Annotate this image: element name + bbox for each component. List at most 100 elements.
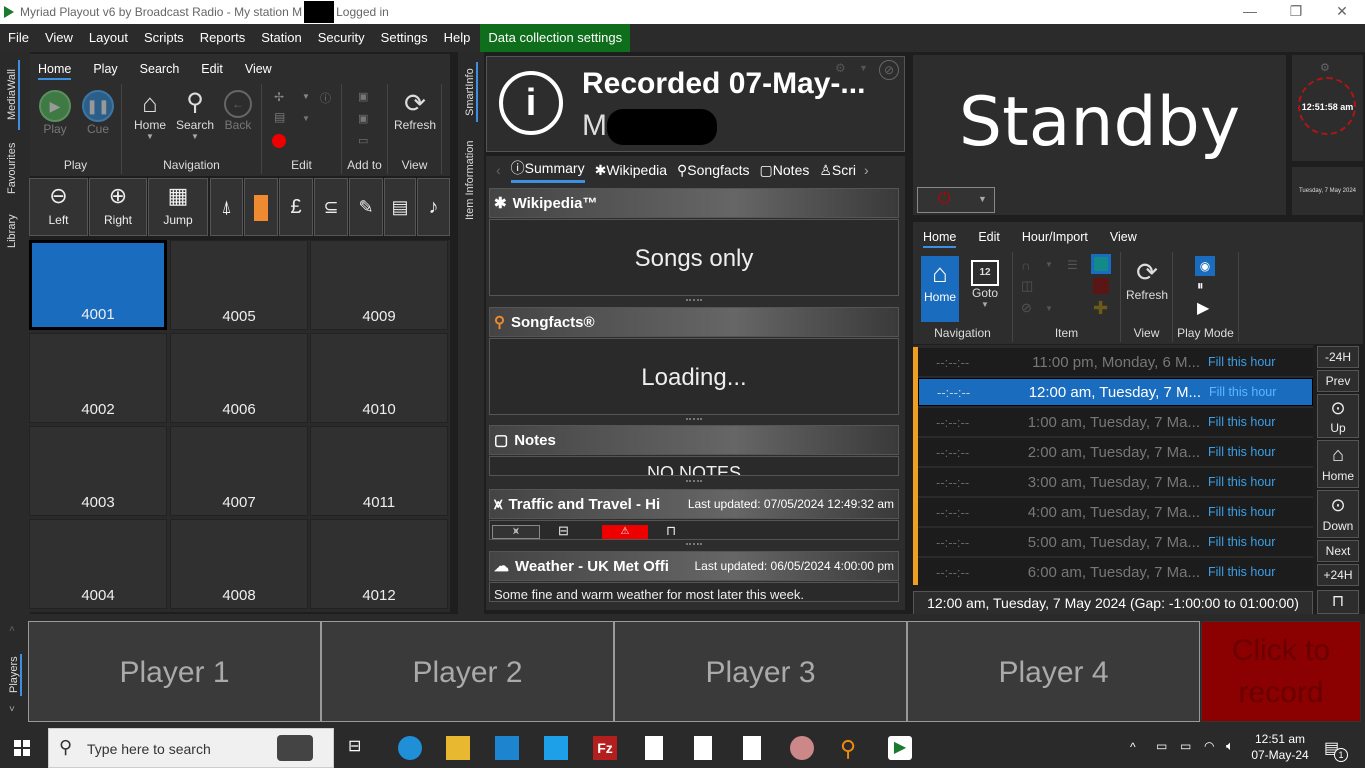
menu-station[interactable]: Station [253,24,309,52]
home-button[interactable]: ⌂ Home ▼ [130,88,170,141]
power-mode-dropdown[interactable]: ⏻ ▼ [917,187,995,213]
mail-icon[interactable] [544,736,568,760]
volume-icon[interactable]: 🔈︎ [1226,738,1234,754]
fill-this-hour-link[interactable]: Fill this hour [1208,445,1275,459]
log-hour-row[interactable]: --:--:-- 11:00 pm, Monday, 6 M... Fill thi… [918,348,1313,376]
hazard-filter-button[interactable]: ⚠ [602,525,648,539]
goto-button[interactable]: 12 Goto ▼ [965,256,1005,309]
copy-icon[interactable]: ◫ [1021,278,1033,294]
waveform-icon[interactable]: ✢ [274,90,284,104]
search-button[interactable]: ⚲ Search ▼ [174,88,216,141]
down-button[interactable]: ⊙ Down [1317,490,1359,538]
taskbar-clock[interactable]: 12:51 am 07-May-24 [1250,732,1310,762]
search-app-icon[interactable]: ⚲ [840,736,864,761]
menu-settings[interactable]: Settings [373,24,436,52]
document-icon[interactable] [743,736,761,760]
fill-this-hour-link[interactable]: Fill this hour [1208,565,1275,579]
menu-reports[interactable]: Reports [192,24,254,52]
mediawall-cell[interactable]: 4008 [170,519,308,609]
pen-button[interactable]: ✎ [349,178,383,236]
document-icon[interactable] [645,736,663,760]
block-icon[interactable]: ⊘ [1021,300,1032,316]
motorway-filter-button[interactable]: ⩙ [492,525,540,539]
click-to-record-button[interactable]: Click to record [1201,621,1361,722]
pause-mode-button[interactable]: ⏸ [1197,278,1204,294]
menu-help[interactable]: Help [436,24,479,52]
log-home-button[interactable]: ⌂ Home [921,256,959,322]
mediawall-cell[interactable]: 4004 [29,519,167,609]
mediawall-cell[interactable]: 4007 [170,426,308,516]
log-refresh-button[interactable]: ⟳ Refresh [1121,256,1173,302]
scroll-down-icon[interactable]: ˅ [9,704,15,715]
fill-this-hour-link[interactable]: Fill this hour [1208,415,1275,429]
color-red-button[interactable] [1093,278,1109,294]
battery-icon[interactable]: ▭ [1180,739,1191,753]
antenna-button[interactable]: ⍋ [210,178,243,236]
camera-tray-icon[interactable]: ▭ [1156,739,1167,753]
log-hour-row[interactable]: --:--:-- 1:00 am, Tuesday, 7 Ma... Fill th… [918,408,1313,436]
chevron-down-icon[interactable]: ▼ [859,63,868,73]
chevron-down-icon[interactable]: ▼ [302,114,310,123]
fill-this-hour-link[interactable]: Fill this hour [1208,355,1275,369]
mediawall-cell[interactable]: 4012 [310,519,448,609]
gear-icon[interactable]: ⚙ [835,61,846,75]
splitter-handle[interactable] [686,299,702,302]
mediawall-cell[interactable]: 4005 [170,240,308,330]
log-tab-home[interactable]: Home [923,230,957,248]
mediawall-cell[interactable]: 4001 [29,240,167,330]
tab-favourites[interactable]: Favourites [6,138,18,198]
tab-summary[interactable]: ⓘSummary [510,158,585,183]
gear-icon[interactable]: ⚙ [1320,61,1330,74]
roadworks-filter-button[interactable]: ⊓ [666,523,676,539]
restore-button[interactable]: ❐ [1273,0,1319,24]
minus-24h-button[interactable]: -24H [1317,346,1359,368]
add-color-icon[interactable]: ✚ [1093,298,1108,319]
chevron-down-icon[interactable]: ▼ [1045,260,1053,269]
minimize-button[interactable]: — [1227,0,1273,24]
log-hour-row[interactable]: --:--:-- 2:00 am, Tuesday, 7 Ma... Fill th… [918,438,1313,466]
windows-start-button[interactable] [14,740,30,756]
filezilla-icon[interactable]: Fz [593,736,617,760]
menu-scripts[interactable]: Scripts [136,24,192,52]
mediawall-cell[interactable]: 4011 [310,426,448,516]
tab-mediawall[interactable]: MediaWall [6,60,20,130]
splitter-handle[interactable] [686,543,702,546]
menu-data-collection-settings[interactable]: Data collection settings [480,24,631,52]
tab-item-information[interactable]: Item Information [464,134,476,226]
next-button[interactable]: Next [1317,540,1359,562]
mediawall-cell[interactable]: 4006 [170,333,308,423]
player-2-button[interactable]: Player 2 [321,621,614,722]
chevron-down-icon[interactable]: ▼ [302,92,310,101]
fill-this-hour-link[interactable]: Fill this hour [1208,505,1275,519]
tab-library[interactable]: Library [6,210,18,252]
log-hour-row[interactable]: --:--:-- 3:00 am, Tuesday, 7 Ma... Fill th… [918,468,1313,496]
menu-layout[interactable]: Layout [81,24,136,52]
prev-button[interactable]: Prev [1317,370,1359,392]
play-mode-button[interactable]: ▶ [1197,298,1209,318]
refresh-button[interactable]: ⟳ Refresh [390,88,440,132]
jump-button[interactable]: ▦ Jump [148,178,208,236]
tab-script[interactable]: ♙Scri [819,162,856,179]
ribbon-tab-view[interactable]: View [245,62,272,80]
mediawall-cell[interactable]: 4003 [29,426,167,516]
fill-this-hour-link[interactable]: Fill this hour [1208,535,1275,549]
tabs-scroll-left-icon[interactable]: ‹ [496,162,501,178]
splitter-handle[interactable] [686,480,702,483]
left-button[interactable]: ⊖ Left [29,178,88,236]
stop-mode-button[interactable]: ◉ [1195,256,1215,276]
color-teal-button[interactable] [1091,254,1111,274]
chevron-down-icon[interactable]: ▼ [1045,304,1053,313]
info-icon[interactable]: ⓘ [320,90,331,106]
cue-button[interactable]: ❚❚ Cue [81,90,115,136]
plus-24h-button[interactable]: +24H [1317,564,1359,586]
right-button[interactable]: ⊕ Right [89,178,147,236]
store-icon[interactable] [495,736,519,760]
log-hour-row[interactable]: --:--:-- 4:00 am, Tuesday, 7 Ma... Fill th… [918,498,1313,526]
fill-this-hour-link[interactable]: Fill this hour [1209,385,1276,399]
task-view-icon[interactable]: ⊟ [348,736,372,760]
player-1-button[interactable]: Player 1 [28,621,321,722]
log-hour-row[interactable]: --:--:-- 6:00 am, Tuesday, 7 Ma... Fill th… [918,558,1313,586]
file-explorer-icon[interactable] [446,736,470,760]
document-icon[interactable] [694,736,712,760]
music-button[interactable]: ♪ [417,178,450,236]
